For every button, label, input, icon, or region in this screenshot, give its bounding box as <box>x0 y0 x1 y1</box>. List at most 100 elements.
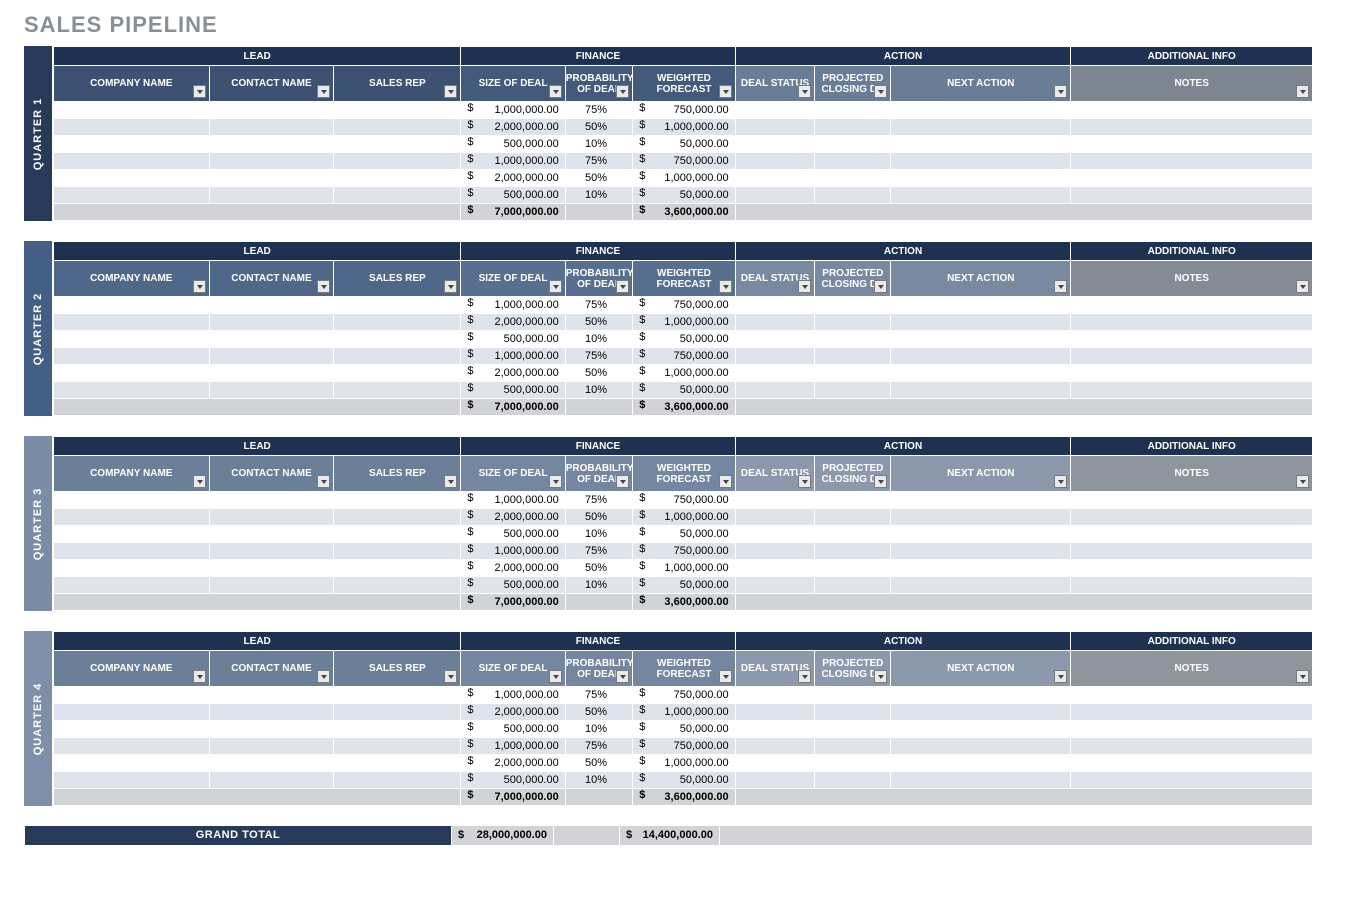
closing-cell[interactable] <box>815 509 891 526</box>
company-cell[interactable] <box>54 331 210 348</box>
contact-cell[interactable] <box>209 170 334 187</box>
status-cell[interactable] <box>735 755 815 772</box>
company-cell[interactable] <box>54 153 210 170</box>
company-cell[interactable] <box>54 348 210 365</box>
status-cell[interactable] <box>735 738 815 755</box>
status-cell[interactable] <box>735 704 815 721</box>
deal-cell[interactable]: $2,000,000.00 <box>461 755 565 772</box>
closing-cell[interactable] <box>815 492 891 509</box>
filter-dropdown-icon[interactable] <box>444 475 457 488</box>
filter-dropdown-icon[interactable] <box>798 85 811 98</box>
rep-cell[interactable] <box>334 382 461 399</box>
filter-dropdown-icon[interactable] <box>874 85 887 98</box>
status-cell[interactable] <box>735 721 815 738</box>
col-status[interactable]: DEAL STATUS <box>735 261 815 297</box>
col-status[interactable]: DEAL STATUS <box>735 66 815 102</box>
col-notes[interactable]: NOTES <box>1071 651 1313 687</box>
filter-dropdown-icon[interactable] <box>798 280 811 293</box>
status-cell[interactable] <box>735 102 815 119</box>
contact-cell[interactable] <box>209 331 334 348</box>
contact-cell[interactable] <box>209 187 334 204</box>
rep-cell[interactable] <box>334 526 461 543</box>
rep-cell[interactable] <box>334 755 461 772</box>
contact-cell[interactable] <box>209 687 334 704</box>
forecast-cell[interactable]: $50,000.00 <box>633 382 735 399</box>
closing-cell[interactable] <box>815 348 891 365</box>
forecast-cell[interactable]: $750,000.00 <box>633 297 735 314</box>
notes-cell[interactable] <box>1071 738 1313 755</box>
status-cell[interactable] <box>735 187 815 204</box>
next-action-cell[interactable] <box>891 314 1071 331</box>
prob-cell[interactable]: 50% <box>565 119 633 136</box>
col-probability[interactable]: PROBABILITY OF DEAL <box>565 456 633 492</box>
deal-cell[interactable]: $2,000,000.00 <box>461 119 565 136</box>
col-dealsize[interactable]: SIZE OF DEAL <box>461 456 565 492</box>
notes-cell[interactable] <box>1071 102 1313 119</box>
col-company[interactable]: COMPANY NAME <box>54 261 210 297</box>
status-cell[interactable] <box>735 136 815 153</box>
prob-cell[interactable]: 50% <box>565 704 633 721</box>
next-action-cell[interactable] <box>891 526 1071 543</box>
status-cell[interactable] <box>735 543 815 560</box>
notes-cell[interactable] <box>1071 687 1313 704</box>
col-notes[interactable]: NOTES <box>1071 456 1313 492</box>
status-cell[interactable] <box>735 314 815 331</box>
notes-cell[interactable] <box>1071 153 1313 170</box>
status-cell[interactable] <box>735 382 815 399</box>
prob-cell[interactable]: 10% <box>565 577 633 594</box>
prob-cell[interactable]: 75% <box>565 738 633 755</box>
closing-cell[interactable] <box>815 187 891 204</box>
status-cell[interactable] <box>735 119 815 136</box>
prob-cell[interactable]: 50% <box>565 365 633 382</box>
contact-cell[interactable] <box>209 297 334 314</box>
col-closing[interactable]: PROJECTED CLOSING DA <box>815 456 891 492</box>
col-forecast[interactable]: WEIGHTED FORECAST <box>633 66 735 102</box>
rep-cell[interactable] <box>334 348 461 365</box>
contact-cell[interactable] <box>209 543 334 560</box>
deal-cell[interactable]: $1,000,000.00 <box>461 348 565 365</box>
rep-cell[interactable] <box>334 543 461 560</box>
closing-cell[interactable] <box>815 119 891 136</box>
deal-cell[interactable]: $2,000,000.00 <box>461 560 565 577</box>
notes-cell[interactable] <box>1071 170 1313 187</box>
next-action-cell[interactable] <box>891 119 1071 136</box>
prob-cell[interactable]: 50% <box>565 509 633 526</box>
col-forecast[interactable]: WEIGHTED FORECAST <box>633 456 735 492</box>
deal-cell[interactable]: $1,000,000.00 <box>461 687 565 704</box>
company-cell[interactable] <box>54 382 210 399</box>
rep-cell[interactable] <box>334 721 461 738</box>
closing-cell[interactable] <box>815 755 891 772</box>
closing-cell[interactable] <box>815 560 891 577</box>
deal-cell[interactable]: $500,000.00 <box>461 187 565 204</box>
filter-dropdown-icon[interactable] <box>444 670 457 683</box>
notes-cell[interactable] <box>1071 704 1313 721</box>
filter-dropdown-icon[interactable] <box>616 670 629 683</box>
filter-dropdown-icon[interactable] <box>1054 280 1067 293</box>
deal-cell[interactable]: $500,000.00 <box>461 526 565 543</box>
col-company[interactable]: COMPANY NAME <box>54 456 210 492</box>
notes-cell[interactable] <box>1071 297 1313 314</box>
rep-cell[interactable] <box>334 509 461 526</box>
col-rep[interactable]: SALES REP <box>334 261 461 297</box>
closing-cell[interactable] <box>815 704 891 721</box>
contact-cell[interactable] <box>209 492 334 509</box>
next-action-cell[interactable] <box>891 687 1071 704</box>
rep-cell[interactable] <box>334 119 461 136</box>
rep-cell[interactable] <box>334 314 461 331</box>
rep-cell[interactable] <box>334 365 461 382</box>
next-action-cell[interactable] <box>891 187 1071 204</box>
rep-cell[interactable] <box>334 136 461 153</box>
col-closing[interactable]: PROJECTED CLOSING DA <box>815 261 891 297</box>
prob-cell[interactable]: 10% <box>565 331 633 348</box>
status-cell[interactable] <box>735 687 815 704</box>
notes-cell[interactable] <box>1071 365 1313 382</box>
notes-cell[interactable] <box>1071 348 1313 365</box>
notes-cell[interactable] <box>1071 492 1313 509</box>
company-cell[interactable] <box>54 187 210 204</box>
prob-cell[interactable]: 10% <box>565 136 633 153</box>
company-cell[interactable] <box>54 297 210 314</box>
rep-cell[interactable] <box>334 102 461 119</box>
col-contact[interactable]: CONTACT NAME <box>209 261 334 297</box>
closing-cell[interactable] <box>815 687 891 704</box>
next-action-cell[interactable] <box>891 509 1071 526</box>
